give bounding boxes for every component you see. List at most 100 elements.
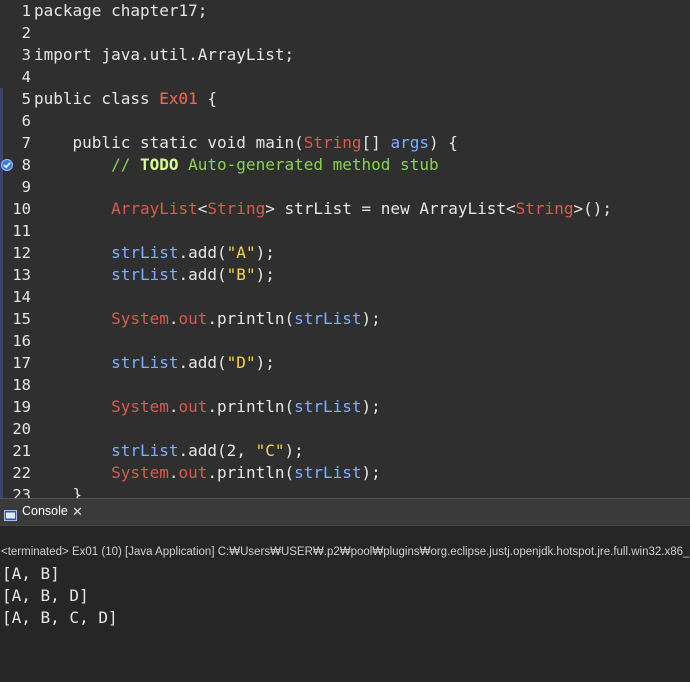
code-line[interactable]: 4 — [0, 66, 690, 88]
code-line[interactable]: 8 // TODO Auto-generated method stub — [0, 154, 690, 176]
line-number: 6 — [21, 112, 31, 130]
code-token: .println( — [207, 463, 295, 482]
code-token: .add( — [178, 441, 227, 460]
code-token: strList — [294, 397, 362, 416]
code-token: out — [178, 397, 208, 416]
console-output-area[interactable]: <terminated> Ex01 (10) [Java Application… — [0, 525, 690, 682]
code-line[interactable]: 21 strList.add(2, "C"); — [0, 440, 690, 462]
code-token: chapter17; — [111, 1, 208, 20]
code-line[interactable]: 5 public class Ex01 { — [0, 88, 690, 110]
code-text: strList.add("B"); — [34, 264, 275, 286]
task-marker-icon[interactable] — [1, 159, 13, 171]
line-number: 16 — [12, 332, 31, 350]
line-number: 13 — [12, 266, 31, 284]
code-line[interactable]: 10 ArrayList<String> strList = new Array… — [0, 198, 690, 220]
code-token: ); — [361, 309, 381, 328]
line-number: 14 — [12, 288, 31, 306]
line-number: 1 — [21, 2, 31, 20]
code-text: ArrayList<String> strList = new ArrayLis… — [34, 198, 612, 220]
code-line[interactable]: 6 — [0, 110, 690, 132]
code-line[interactable]: 2 — [0, 22, 690, 44]
code-line[interactable]: 3 import java.util.ArrayList; — [0, 44, 690, 66]
code-text: package chapter17; — [34, 0, 207, 22]
code-line[interactable]: 17 strList.add("D"); — [0, 352, 690, 374]
code-text: public class Ex01 { — [34, 88, 217, 110]
code-token: ); — [284, 441, 304, 460]
code-token: String — [515, 199, 574, 218]
line-number: 21 — [12, 442, 31, 460]
code-text: System.out.println(strList); — [34, 462, 381, 484]
console-icon — [4, 506, 17, 521]
line-number: 20 — [12, 420, 31, 438]
code-token: java.util.ArrayList; — [101, 45, 295, 64]
code-line[interactable]: 19 System.out.println(strList); — [0, 396, 690, 418]
code-token: .println( — [207, 309, 295, 328]
code-token: < — [197, 199, 208, 218]
line-number: 17 — [12, 354, 31, 372]
code-line[interactable]: 18 — [0, 374, 690, 396]
code-token: .println( — [207, 397, 295, 416]
code-token: [] — [361, 133, 391, 152]
code-line[interactable]: 7 public static void main(String[] args)… — [0, 132, 690, 154]
line-number: 9 — [21, 178, 31, 196]
code-token: >(); — [573, 199, 612, 218]
code-text: public static void main(String[] args) { — [34, 132, 458, 154]
code-token: ); — [255, 353, 275, 372]
code-token: public class — [34, 89, 160, 108]
code-text: strList.add(2, "C"); — [34, 440, 304, 462]
code-token: .add( — [178, 243, 227, 262]
code-line[interactable]: 22 System.out.println(strList); — [0, 462, 690, 484]
console-output-line: [A, B, D] — [2, 586, 89, 605]
code-token: new — [380, 199, 420, 218]
tab-console[interactable]: Console ✕ — [0, 499, 90, 525]
line-number: 7 — [21, 134, 31, 152]
code-token: // — [111, 155, 140, 174]
code-token: .add( — [178, 265, 227, 284]
code-token: .add( — [178, 353, 227, 372]
console-output-line: [A, B] — [2, 564, 60, 583]
line-number: 19 — [12, 398, 31, 416]
line-number: 4 — [21, 68, 31, 86]
code-token: strList — [111, 243, 179, 262]
code-line[interactable]: 12 strList.add("A"); — [0, 242, 690, 264]
code-line[interactable]: 23 } — [0, 484, 690, 498]
code-token: main( — [255, 133, 304, 152]
line-number: 3 — [21, 46, 31, 64]
code-line[interactable]: 14 — [0, 286, 690, 308]
code-line[interactable]: 9 — [0, 176, 690, 198]
code-token: Ex01 — [159, 89, 198, 108]
code-token: args — [390, 133, 429, 152]
code-text: System.out.println(strList); — [34, 308, 381, 330]
code-editor[interactable]: 1 package chapter17; 2 3 import java.util.Ar… — [0, 0, 690, 498]
code-line[interactable]: 13 strList.add("B"); — [0, 264, 690, 286]
code-token: ); — [361, 463, 381, 482]
code-token: . — [168, 309, 179, 328]
code-line[interactable]: 16 — [0, 330, 690, 352]
code-text: strList.add("A"); — [34, 242, 275, 264]
close-icon[interactable]: ✕ — [72, 505, 83, 519]
code-line[interactable]: 15 System.out.println(strList); — [0, 308, 690, 330]
line-number: 15 — [12, 310, 31, 328]
code-token: System — [111, 463, 169, 482]
code-line[interactable]: 1 package chapter17; — [0, 0, 690, 22]
code-token: strList — [294, 463, 362, 482]
line-number: 2 — [21, 24, 31, 42]
code-token: . — [168, 463, 179, 482]
code-token: System — [111, 309, 169, 328]
code-line[interactable]: 11 — [0, 220, 690, 242]
console-output-line: [A, B, C, D] — [2, 608, 118, 627]
line-number: 23 — [12, 486, 31, 498]
code-token: strList — [111, 265, 179, 284]
code-token: strList — [294, 309, 362, 328]
line-number: 22 — [12, 464, 31, 482]
code-line[interactable]: 20 — [0, 418, 690, 440]
code-token: ArrayList< — [419, 199, 516, 218]
code-token: package — [34, 1, 112, 20]
